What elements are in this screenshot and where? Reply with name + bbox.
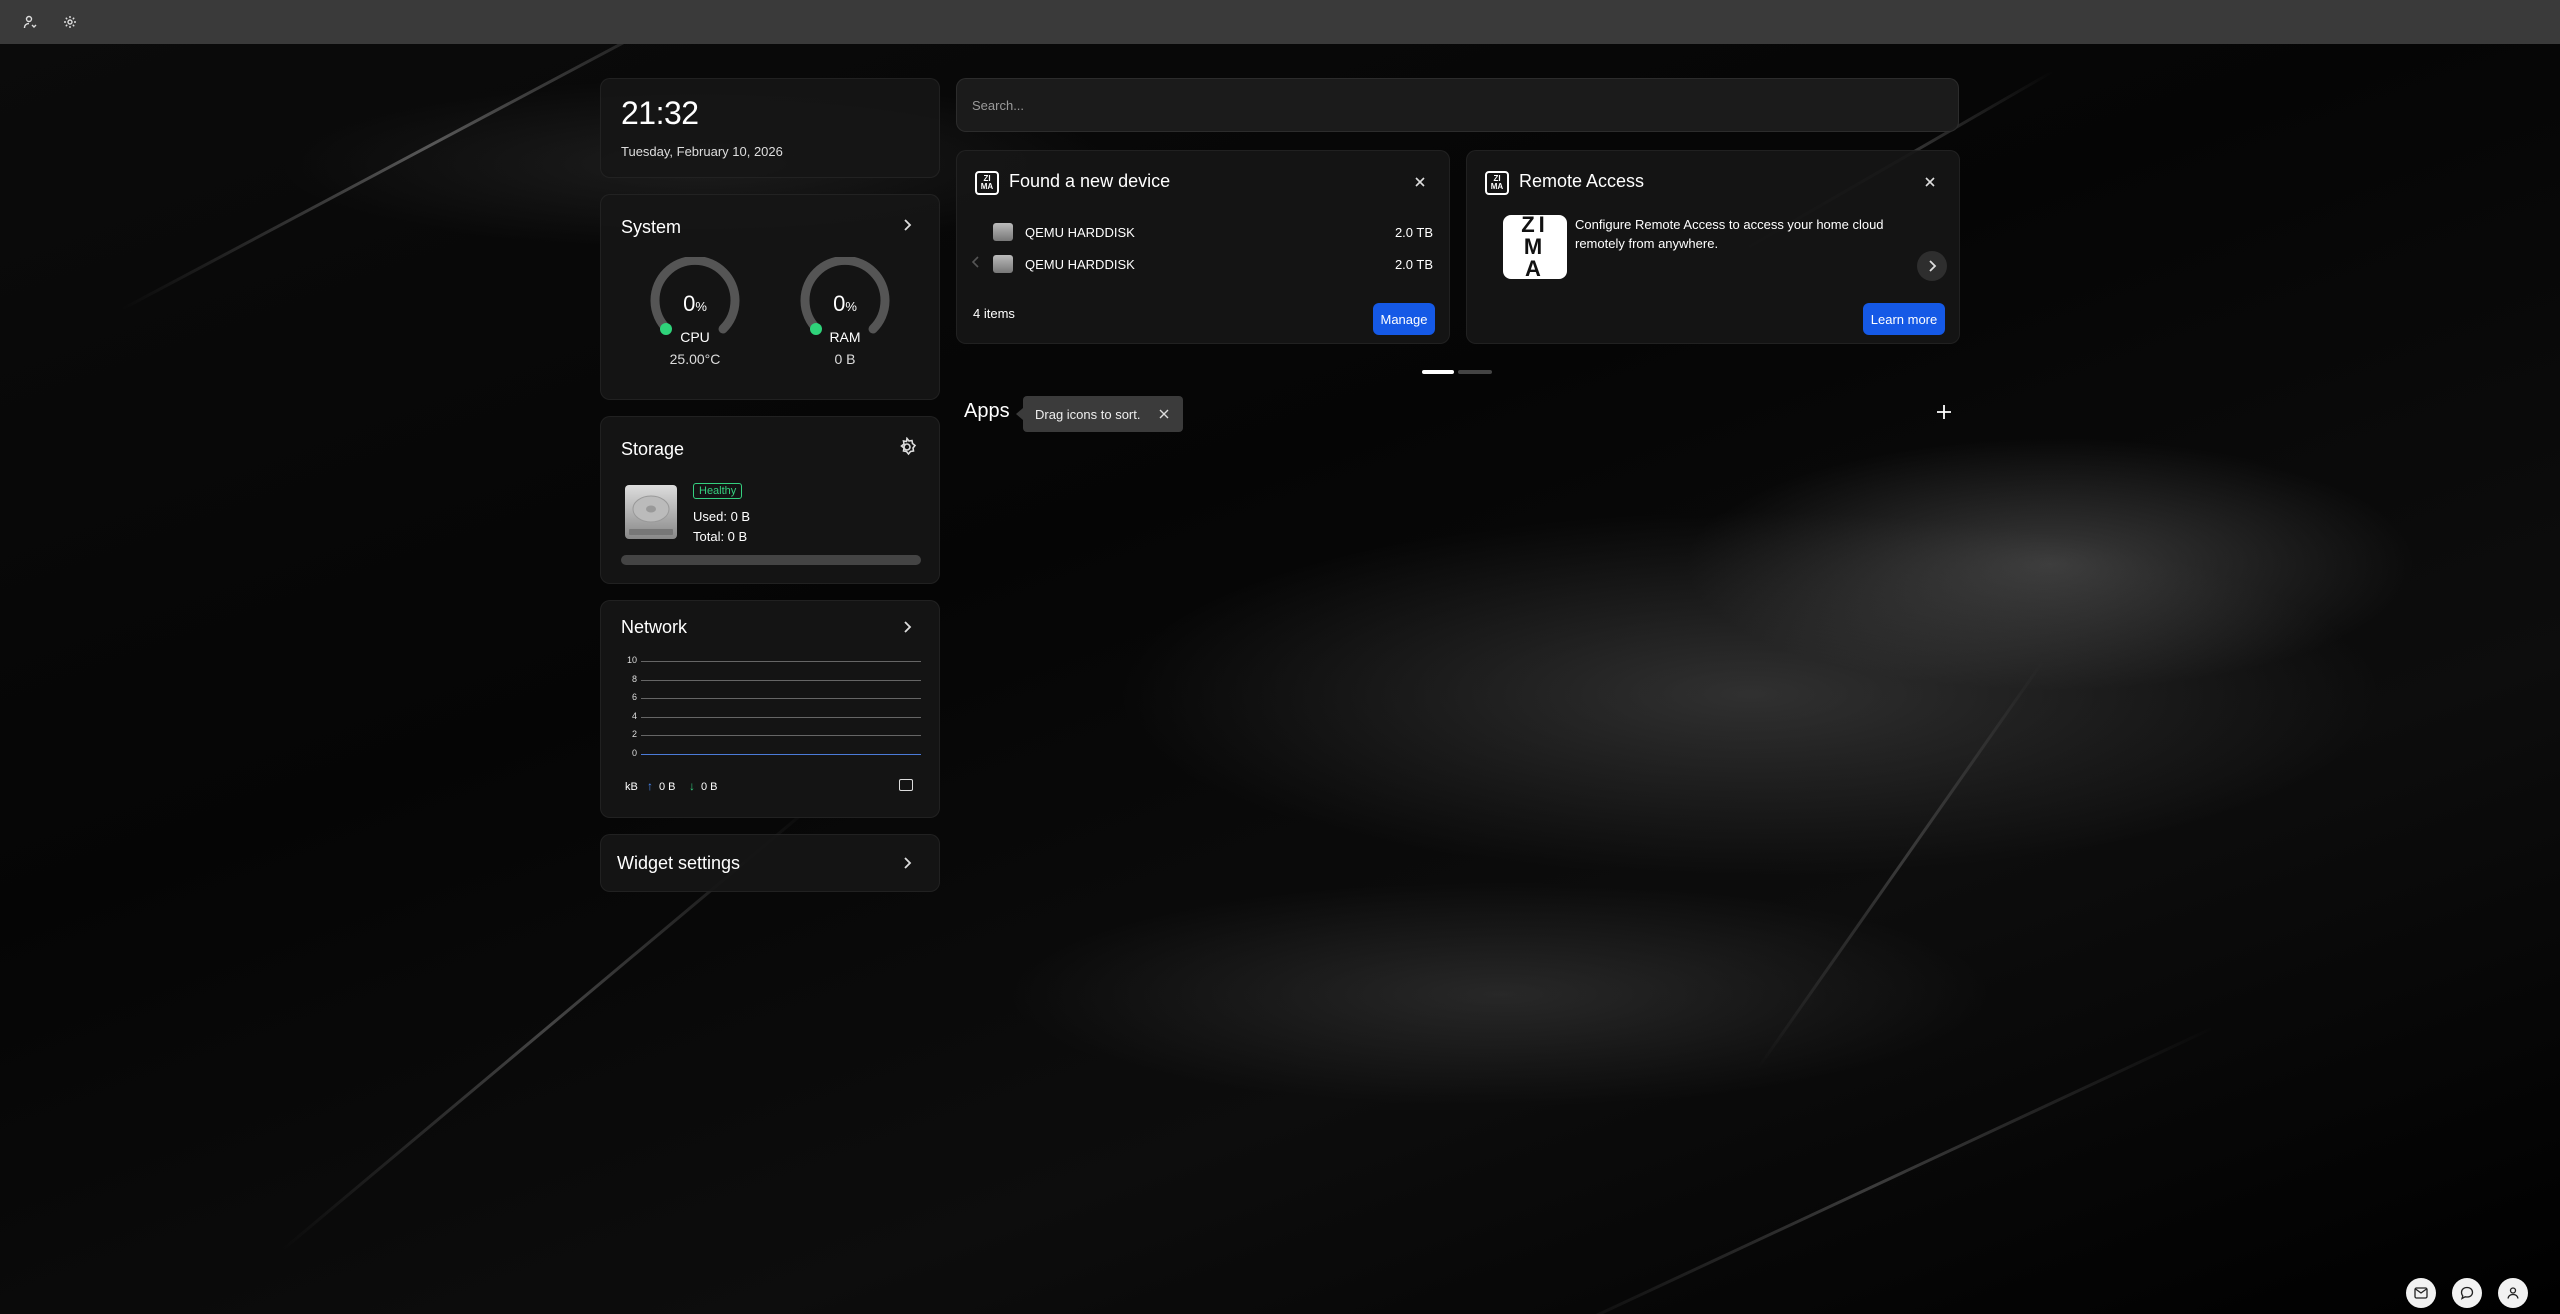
network-y-tick-label: 10 <box>626 655 637 665</box>
network-gridline <box>641 679 921 681</box>
hard-disk-icon <box>625 485 677 539</box>
ram-used: 0 B <box>834 351 856 367</box>
network-y-tick-label: 6 <box>631 692 637 703</box>
remote-access-title: Remote Access <box>1519 171 1645 191</box>
mail-icon[interactable] <box>2406 1278 2436 1308</box>
cpu-temperature: 25.00°C <box>669 351 721 367</box>
upload-arrow-icon: ↑ <box>647 779 653 793</box>
chat-icon[interactable] <box>2452 1278 2482 1308</box>
manage-button[interactable]: Manage <box>1373 303 1435 335</box>
cpu-unit: % <box>695 299 707 314</box>
storage-usage-bar <box>621 555 921 565</box>
previous-chevron-icon[interactable] <box>971 255 985 273</box>
widget-settings-label: Widget settings <box>617 853 741 873</box>
clock-time: 21:32 <box>621 95 699 131</box>
network-gridline <box>641 698 921 700</box>
network-gridline <box>641 754 921 755</box>
system-widget: System 0% CPU 25.00°C 0% RAM 0 B <box>600 194 940 400</box>
device-name: QEMU HARDDISK <box>1025 256 1135 272</box>
network-widget: Network 10 8 6 4 2 0 kB ↑ 0 B ↓ 0 B <box>600 600 940 818</box>
storage-status-badge: Healthy <box>693 483 743 499</box>
zima-logo: ZIMA <box>1503 212 1567 281</box>
top-bar <box>0 0 2560 44</box>
network-y-tick-label: 0 <box>631 748 637 758</box>
device-size: 2.0 TB <box>1394 224 1433 240</box>
clock-date: Tuesday, February 10, 2026 <box>621 144 783 159</box>
network-unit: kB <box>625 781 638 793</box>
cpu-label: CPU <box>680 329 710 345</box>
cpu-gauge: 0% CPU 25.00°C <box>645 257 745 367</box>
storage-used: Used: 0 B <box>693 509 751 524</box>
chart-toggle-icon[interactable] <box>899 779 913 791</box>
system-title: System <box>621 217 682 237</box>
add-app-plus-icon[interactable] <box>1930 398 1958 426</box>
storage-settings-gear-icon[interactable] <box>897 437 917 457</box>
cpu-value: 0 <box>683 291 696 316</box>
network-y-tick-label: 4 <box>631 710 637 721</box>
widget-settings-button[interactable]: Widget settings <box>600 834 940 892</box>
ram-gauge: 0% RAM 0 B <box>795 257 895 367</box>
apps-heading: Apps <box>964 400 1010 422</box>
hard-disk-icon <box>993 255 1013 273</box>
network-gridline <box>641 661 921 662</box>
network-y-tick-label: 8 <box>631 673 637 684</box>
notification-page-indicator[interactable] <box>1458 370 1492 374</box>
device-list-item: QEMU HARDDISK 2.0 TB <box>993 219 1433 245</box>
network-y-tick-label: 2 <box>631 729 637 740</box>
remote-access-notification: ZI MA Remote Access ZIMA Configure Remote… <box>1466 150 1960 344</box>
notification-page-indicator-active[interactable] <box>1422 370 1454 374</box>
close-icon[interactable] <box>1921 173 1939 191</box>
ram-unit: % <box>845 299 857 314</box>
network-chevron-right-icon[interactable] <box>897 617 917 637</box>
download-arrow-icon: ↓ <box>689 779 695 793</box>
zima-logo-text: ZIMA <box>1521 212 1549 281</box>
hard-disk-icon <box>993 223 1013 241</box>
account-icon[interactable] <box>2498 1278 2528 1308</box>
device-count: 4 items <box>973 306 1015 321</box>
zima-logo-icon: ZI MA <box>1485 171 1509 195</box>
new-device-notification: ZI MA Found a new device QEMU HARDDISK 2.… <box>956 150 1450 344</box>
ram-label: RAM <box>829 329 861 345</box>
drag-hint-text: Drag icons to sort. <box>1035 406 1141 422</box>
settings-gear-icon[interactable] <box>56 8 84 36</box>
network-chart: 10 8 6 4 2 0 <box>601 655 939 758</box>
storage-widget: Storage Healthy Used: 0 B Total: 0 B <box>600 416 940 584</box>
account-icon[interactable] <box>16 8 44 36</box>
network-gridline <box>641 716 921 718</box>
widget-settings-chevron-right-icon <box>897 853 917 873</box>
clock-widget: 21:32 Tuesday, February 10, 2026 <box>600 78 940 178</box>
system-chevron-right-icon[interactable] <box>897 215 917 235</box>
zima-logo-icon: ZI MA <box>975 171 999 195</box>
storage-total: Total: 0 B <box>693 529 748 544</box>
device-name: QEMU HARDDISK <box>1025 224 1135 240</box>
network-upload: 0 B <box>659 781 676 793</box>
storage-title: Storage <box>621 439 685 459</box>
next-chevron-icon[interactable] <box>1917 251 1947 281</box>
network-title: Network <box>621 617 688 637</box>
remote-access-description: Configure Remote Access to access your h… <box>1575 217 1884 251</box>
device-list-item: QEMU HARDDISK 2.0 TB <box>993 251 1433 277</box>
search-input[interactable] <box>956 78 1959 132</box>
device-size: 2.0 TB <box>1394 256 1433 272</box>
close-icon[interactable] <box>1411 173 1429 191</box>
network-download: 0 B <box>701 781 718 793</box>
new-device-title: Found a new device <box>1009 171 1171 191</box>
close-icon[interactable] <box>1157 407 1171 421</box>
network-gridline <box>641 735 921 737</box>
drag-hint-tooltip: Drag icons to sort. <box>1016 396 1183 432</box>
ram-value: 0 <box>833 291 846 316</box>
learn-more-button[interactable]: Learn more <box>1863 303 1945 335</box>
